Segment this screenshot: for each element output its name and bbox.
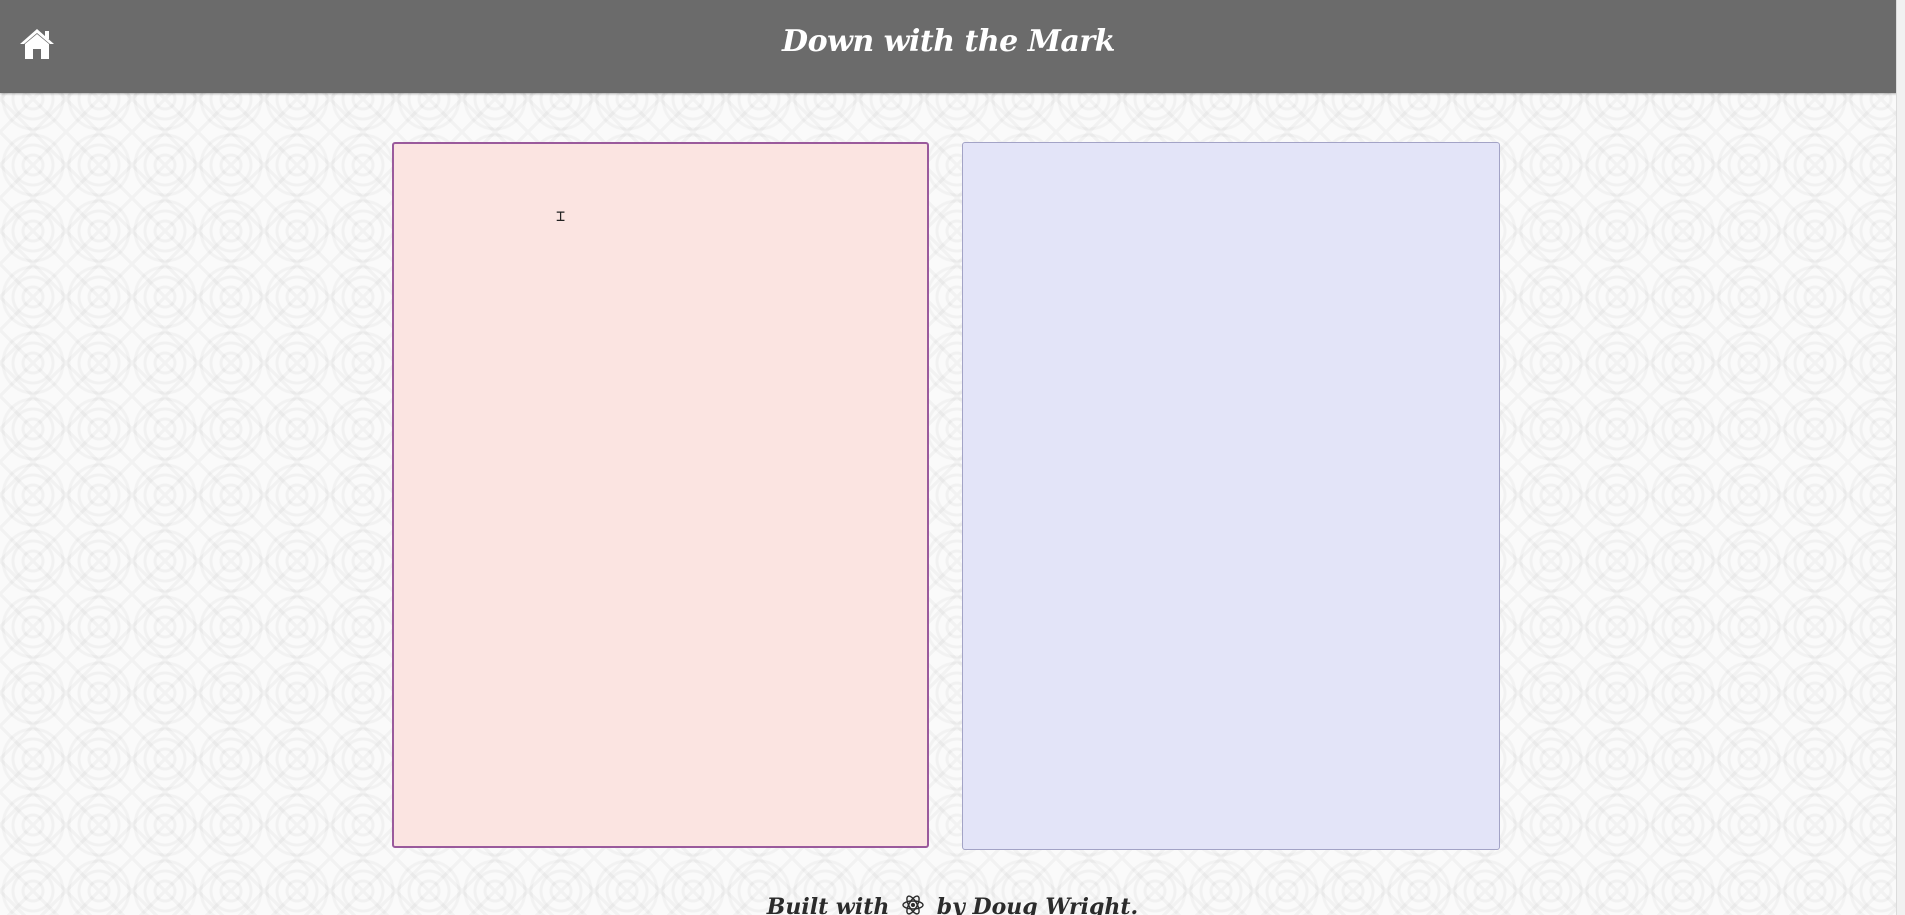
markdown-preview (962, 142, 1500, 850)
markdown-editor[interactable] (392, 142, 929, 848)
page-title: Down with the Mark (782, 24, 1115, 59)
scrollbar[interactable] (1896, 0, 1905, 915)
app-header: Down with the Mark (0, 0, 1897, 93)
footer: Built with by Doug Wright. (0, 894, 1905, 915)
text-cursor-icon: ⌶ (556, 207, 566, 225)
footer-prefix: Built with (766, 894, 890, 915)
react-icon (901, 894, 925, 915)
footer-suffix: by Doug Wright. (936, 894, 1139, 915)
